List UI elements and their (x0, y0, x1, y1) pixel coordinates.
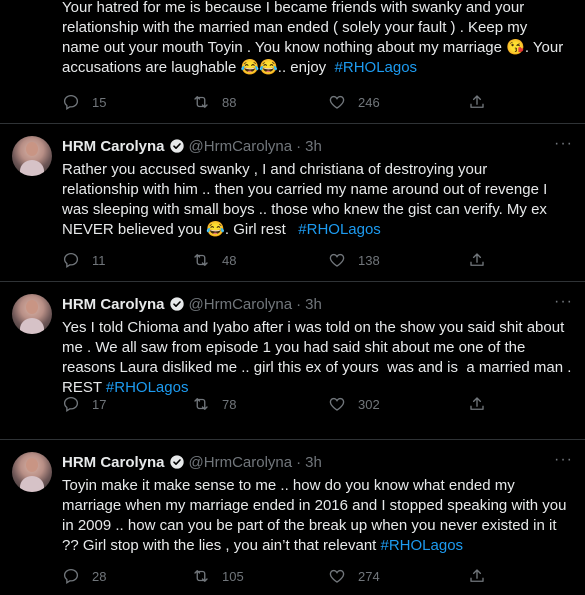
reply-count: 17 (92, 396, 107, 412)
user-handle[interactable]: @HrmCarolyna (189, 138, 293, 155)
retweet-icon (194, 96, 208, 108)
user-handle[interactable]: @HrmCarolyna (189, 454, 293, 471)
tweet-0-text: Your hatred for me is because I became f… (62, 0, 573, 78)
like-icon (329, 95, 345, 109)
retweet-button[interactable]: 88 (192, 93, 236, 111)
timestamp[interactable]: 3h (305, 296, 322, 313)
reply-button[interactable]: 15 (62, 93, 106, 111)
timestamp[interactable]: 3h (305, 138, 322, 155)
tweet-text: Your hatred for me is because I became f… (62, 0, 564, 76)
share-button[interactable] (468, 395, 486, 413)
tweet-header: HRM Carolyna @HrmCarolyna · 3h (62, 452, 573, 472)
verified-badge-icon (169, 139, 184, 153)
like-icon (329, 397, 345, 411)
tweet-1-text: Rather you accused swanky , I and christ… (62, 160, 573, 240)
more-options-icon[interactable]: ··· (554, 136, 573, 152)
retweet-count: 78 (222, 396, 237, 412)
like-icon (329, 253, 345, 267)
reply-icon (63, 94, 79, 110)
like-count: 246 (358, 94, 380, 110)
tweet-header: HRM Carolyna @HrmCarolyna · 3h (62, 136, 573, 156)
share-icon (470, 397, 484, 410)
more-options-icon[interactable]: ··· (554, 452, 573, 468)
share-icon (470, 253, 484, 266)
like-count: 138 (358, 252, 380, 268)
verified-badge-icon (169, 297, 184, 311)
tweet-2-text: Yes I told Chioma and Iyabo after i was … (62, 318, 573, 398)
hashtag-link[interactable]: #RHOLagos (381, 537, 464, 554)
tweet-1[interactable]: HRM Carolyna @HrmCarolyna · 3h ··· Rathe… (0, 124, 585, 282)
like-count: 274 (358, 568, 380, 584)
like-count: 302 (358, 396, 380, 412)
retweet-button[interactable]: 78 (192, 395, 236, 413)
user-handle[interactable]: @HrmCarolyna (189, 296, 293, 313)
like-button[interactable]: 246 (328, 93, 380, 111)
separator-dot: · (296, 137, 302, 155)
retweet-button[interactable]: 105 (192, 567, 244, 585)
hashtag-link[interactable]: #RHOLagos (335, 59, 418, 76)
avatar[interactable] (12, 452, 52, 492)
retweet-icon (194, 254, 208, 266)
reply-button[interactable]: 28 (62, 567, 106, 585)
verified-badge-icon (169, 455, 184, 469)
hashtag-link[interactable]: #RHOLagos (298, 221, 381, 238)
reply-icon (63, 252, 79, 268)
reply-icon (63, 396, 79, 412)
reply-count: 11 (92, 252, 106, 268)
reply-icon (63, 568, 79, 584)
like-icon (329, 569, 345, 583)
reply-count: 15 (92, 94, 107, 110)
reply-button[interactable]: 11 (62, 251, 106, 269)
tweet-text: Toyin make it make sense to me .. how do… (62, 477, 567, 554)
display-name[interactable]: HRM Carolyna (62, 454, 165, 471)
share-icon (470, 95, 484, 108)
tweet-0[interactable]: Your hatred for me is because I became f… (0, 0, 585, 124)
retweet-count: 88 (222, 94, 237, 110)
retweet-button[interactable]: 48 (192, 251, 236, 269)
share-icon (470, 569, 484, 582)
retweet-count: 105 (222, 568, 244, 584)
more-options-icon[interactable]: ··· (554, 294, 573, 310)
reply-button[interactable]: 17 (62, 395, 106, 413)
share-button[interactable] (468, 567, 486, 585)
like-button[interactable]: 302 (328, 395, 380, 413)
retweet-icon (194, 570, 208, 582)
timestamp[interactable]: 3h (305, 454, 322, 471)
separator-dot: · (296, 453, 302, 471)
share-button[interactable] (468, 93, 486, 111)
tweet-2[interactable]: HRM Carolyna @HrmCarolyna · 3h ··· Yes I… (0, 282, 585, 440)
share-button[interactable] (468, 251, 486, 269)
tweet-3[interactable]: HRM Carolyna @HrmCarolyna · 3h ··· Toyin… (0, 440, 585, 595)
display-name[interactable]: HRM Carolyna (62, 296, 165, 313)
hashtag-link[interactable]: #RHOLagos (106, 379, 189, 396)
retweet-icon (194, 398, 208, 410)
separator-dot: · (296, 295, 302, 313)
avatar[interactable] (12, 136, 52, 176)
tweet-header: HRM Carolyna @HrmCarolyna · 3h (62, 294, 573, 314)
display-name[interactable]: HRM Carolyna (62, 138, 165, 155)
like-button[interactable]: 274 (328, 567, 380, 585)
tweet-3-text: Toyin make it make sense to me .. how do… (62, 476, 573, 556)
retweet-count: 48 (222, 252, 237, 268)
reply-count: 28 (92, 568, 107, 584)
like-button[interactable]: 138 (328, 251, 380, 269)
avatar[interactable] (12, 294, 52, 334)
